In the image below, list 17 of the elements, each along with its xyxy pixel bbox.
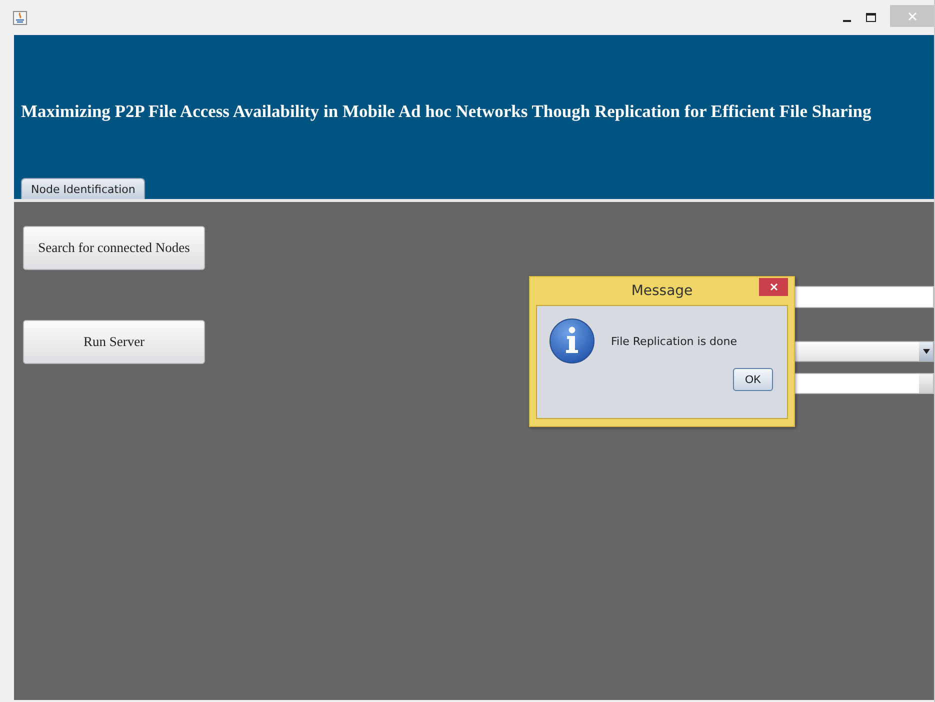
info-icon [549,318,595,364]
close-button[interactable] [759,278,788,296]
caret-icon [922,349,930,354]
close-icon [908,12,916,20]
app-icon [13,10,27,24]
tab[interactable]: Node Identification [21,178,146,199]
close-icon [770,283,778,291]
action-button[interactable]: Run Server [23,320,205,364]
action-button[interactable]: Search for connected Nodes [23,226,205,270]
banner-title: Maximizing P2P File Access Availability in Mobile Ad hoc Networks Though Replication for Efficient File Sharing [20,101,872,122]
dropdown[interactable] [794,341,934,362]
ok-button[interactable]: OK [733,368,773,391]
dialog-message: File Replication is done [611,334,738,348]
dialog-title: Message [631,283,693,299]
maximize-icon[interactable] [866,12,876,22]
spinner-field[interactable] [794,373,934,394]
text-field[interactable] [794,286,934,308]
